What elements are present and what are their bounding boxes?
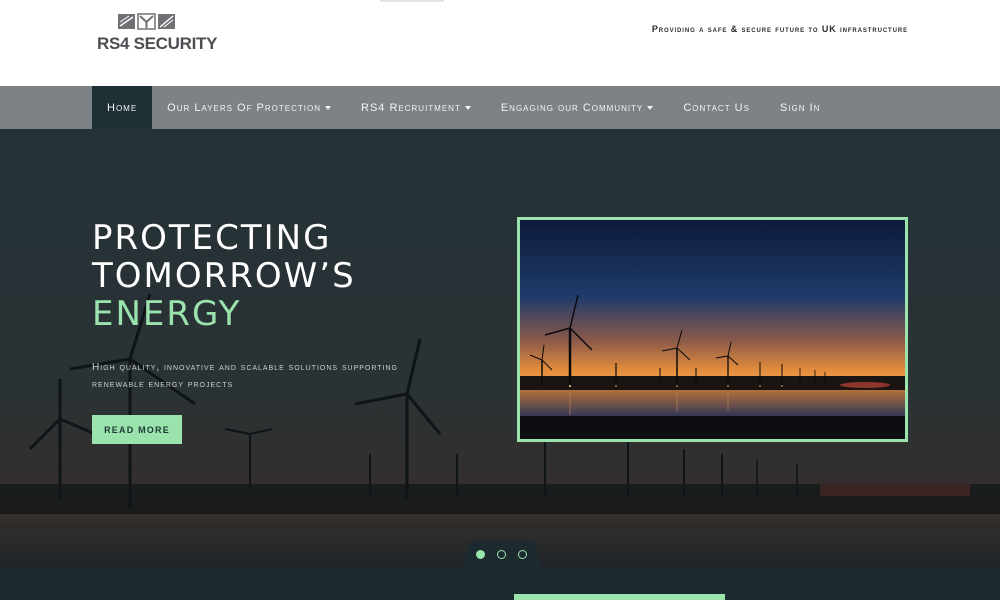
nav-label: Engaging our Community [500, 101, 644, 114]
nav-item-recruitment[interactable]: RS4 Recruitment [346, 86, 486, 129]
nav-list: Home Our Layers Of Protection RS4 Recrui… [92, 86, 835, 129]
nav-label: RS4 Recruitment [361, 101, 461, 114]
nav-label: Contact Us [683, 101, 750, 114]
hero-section: PROTECTING TOMORROW’S ENERGY High qualit… [0, 129, 1000, 600]
wind-farm-sunset-image [520, 220, 905, 439]
carousel-dot-2[interactable] [497, 550, 506, 559]
logo-icon [118, 13, 175, 30]
hero-feature-image [517, 217, 908, 442]
hero-title-line1: PROTECTING [92, 218, 332, 258]
caret-down-icon [464, 105, 471, 110]
nav-item-contact[interactable]: Contact Us [668, 86, 765, 129]
hero-title-line2: TOMORROW’S [92, 256, 356, 296]
main-nav: Home Our Layers Of Protection RS4 Recrui… [0, 86, 1000, 129]
nav-item-community[interactable]: Engaging our Community [486, 86, 669, 129]
nav-label: Sign In [779, 101, 821, 114]
carousel-dot-3[interactable] [518, 550, 527, 559]
nav-item-home[interactable]: Home [92, 86, 153, 129]
caret-down-icon [647, 105, 654, 110]
top-divider [380, 0, 444, 2]
read-more-button[interactable]: READ MORE [92, 415, 182, 444]
hero-title-line3: ENERGY [92, 294, 242, 334]
site-tagline: Providing a safe & secure future to UK i… [651, 24, 908, 34]
nav-label: Home [107, 101, 138, 114]
section-button[interactable] [514, 594, 725, 600]
carousel-dot-1[interactable] [476, 550, 485, 559]
hero-title: PROTECTING TOMORROW’S ENERGY [92, 219, 356, 333]
hero-subtitle: High quality, innovative and scalable so… [92, 362, 398, 390]
nav-label: Our Layers Of Protection [167, 101, 321, 114]
site-logo[interactable]: RS4 SECURITY [97, 12, 217, 54]
caret-down-icon [325, 105, 331, 110]
logo-text: RS4 SECURITY [97, 34, 218, 53]
nav-item-layers-of-protection[interactable]: Our Layers Of Protection [152, 86, 346, 129]
site-header: RS4 SECURITY Providing a safe & secure f… [0, 0, 1000, 86]
nav-item-sign-in[interactable]: Sign In [765, 86, 835, 129]
hero-bottom-strip [0, 569, 1000, 600]
